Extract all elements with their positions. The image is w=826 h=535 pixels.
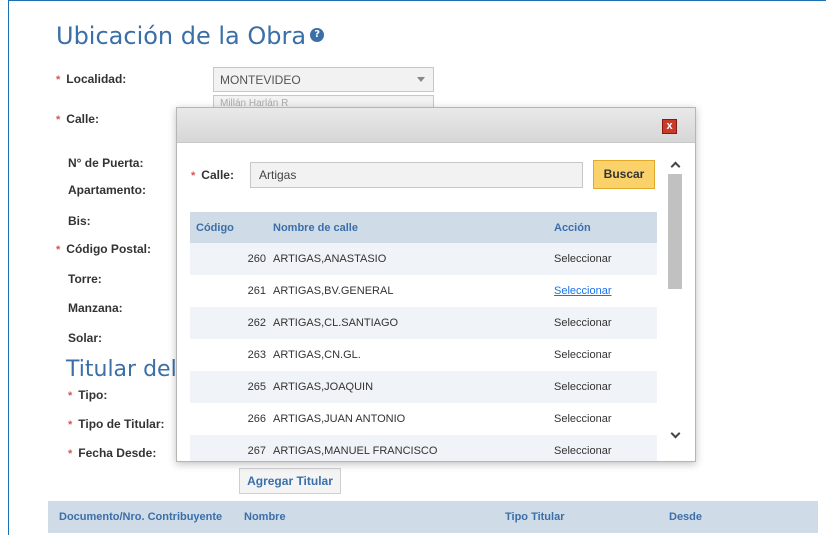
tipo-label-text: Tipo: (78, 388, 108, 402)
chevron-down-icon (417, 77, 425, 82)
agregar-titular-button[interactable]: Agregar Titular (239, 468, 341, 494)
col-codigo: Código (196, 222, 234, 234)
table-row: 261 ARTIGAS,BV.GENERAL Seleccionar (190, 275, 657, 307)
calle-input[interactable]: Millán Harlán R (213, 95, 434, 107)
row-code: 261 (247, 285, 266, 297)
chevron-down-icon[interactable] (667, 426, 683, 442)
table-row: 267 ARTIGAS,MANUEL FRANCISCO Seleccionar (190, 435, 657, 461)
select-link[interactable]: Seleccionar (554, 285, 611, 297)
col-accion: Acción (554, 222, 591, 234)
tipo-titular-label: * Tipo de Titular: (68, 417, 165, 431)
results-scrollbar[interactable] (667, 144, 683, 461)
calle-label-text: Calle: (66, 112, 99, 126)
apartamento-label: Apartamento: (68, 183, 147, 197)
titulares-table-header: Documento/Nro. Contribuyente Nombre Tipo… (48, 501, 818, 533)
chevron-up-icon[interactable] (667, 158, 683, 174)
row-code: 265 (247, 381, 266, 393)
dialog-calle-label-text: Calle: (201, 168, 234, 182)
table-row: 260 ARTIGAS,ANASTASIO Seleccionar (190, 243, 657, 275)
col-tipo-titular: Tipo Titular (505, 511, 565, 523)
row-code: 260 (247, 253, 266, 265)
fecha-desde-label: * Fecha Desde: (68, 446, 156, 460)
close-icon[interactable]: x (662, 119, 677, 134)
dialog-body: * Calle: Artigas Buscar Código Nombre de … (177, 144, 695, 461)
tipo-titular-label-text: Tipo de Titular: (78, 417, 165, 431)
required-marker: * (56, 74, 61, 86)
row-code: 267 (247, 445, 266, 457)
select-link[interactable]: Seleccionar (554, 349, 611, 361)
row-street-name: ARTIGAS,CN.GL. (273, 349, 361, 361)
localidad-value: MONTEVIDEO (220, 73, 301, 87)
required-marker: * (68, 390, 73, 402)
help-icon[interactable]: ? (310, 28, 325, 42)
table-row: 262 ARTIGAS,CL.SANTIAGO Seleccionar (190, 307, 657, 339)
row-street-name: ARTIGAS,JOAQUIN (273, 381, 374, 393)
section-title-text: Ubicación de la Obra (56, 22, 307, 50)
street-results-table: Código Nombre de calle Acción 260 ARTIGA… (190, 212, 657, 461)
select-link[interactable]: Seleccionar (554, 381, 611, 393)
row-street-name: ARTIGAS,CL.SANTIAGO (273, 317, 399, 329)
select-link[interactable]: Seleccionar (554, 445, 611, 457)
row-street-name: ARTIGAS,ANASTASIO (273, 253, 387, 265)
puerta-label: N° de Puerta: (68, 156, 144, 170)
row-street-name: ARTIGAS,JUAN ANTONIO (273, 413, 406, 425)
col-nombre-calle: Nombre de calle (273, 222, 358, 234)
localidad-label: * Localidad: (56, 72, 126, 86)
table-row: 265 ARTIGAS,JOAQUIN Seleccionar (190, 371, 657, 403)
search-button[interactable]: Buscar (593, 160, 655, 189)
col-nombre: Nombre (244, 511, 286, 523)
required-marker: * (191, 170, 196, 182)
codigo-postal-label-text: Código Postal: (66, 242, 151, 256)
required-marker: * (56, 244, 61, 256)
scrollbar-thumb[interactable] (668, 174, 682, 289)
required-marker: * (56, 114, 61, 126)
row-code: 262 (247, 317, 266, 329)
select-link[interactable]: Seleccionar (554, 317, 611, 329)
select-link[interactable]: Seleccionar (554, 413, 611, 425)
codigo-postal-label: * Código Postal: (56, 242, 151, 256)
col-desde: Desde (669, 511, 703, 523)
col-documento: Documento/Nro. Contribuyente (59, 511, 223, 523)
localidad-label-text: Localidad: (66, 72, 127, 86)
fecha-desde-label-text: Fecha Desde: (78, 446, 157, 460)
dialog-titlebar: x (177, 108, 695, 143)
calle-label: * Calle: (56, 112, 99, 126)
manzana-label: Manzana: (68, 301, 123, 315)
bis-label: Bis: (68, 214, 91, 228)
row-street-name: ARTIGAS,MANUEL FRANCISCO (273, 445, 438, 457)
titular-section-title: Titular del (66, 357, 177, 382)
required-marker: * (68, 448, 73, 460)
street-search-input[interactable]: Artigas (250, 162, 583, 188)
tipo-label: * Tipo: (68, 388, 107, 402)
solar-label: Solar: (68, 331, 103, 345)
results-header: Código Nombre de calle Acción (190, 212, 657, 243)
page-title: Ubicación de la Obra? (56, 22, 325, 50)
required-marker: * (68, 419, 73, 431)
row-code: 266 (247, 413, 266, 425)
select-link[interactable]: Seleccionar (554, 253, 611, 265)
street-search-dialog: x * Calle: Artigas Buscar Código Nombre d… (176, 107, 696, 462)
torre-label: Torre: (68, 272, 102, 286)
table-row: 263 ARTIGAS,CN.GL. Seleccionar (190, 339, 657, 371)
localidad-select[interactable]: MONTEVIDEO (213, 67, 434, 92)
row-code: 263 (247, 349, 266, 361)
table-row: 266 ARTIGAS,JUAN ANTONIO Seleccionar (190, 403, 657, 435)
page-margin (0, 0, 8, 535)
row-street-name: ARTIGAS,BV.GENERAL (273, 285, 394, 297)
dialog-calle-label: * Calle: (191, 168, 234, 182)
